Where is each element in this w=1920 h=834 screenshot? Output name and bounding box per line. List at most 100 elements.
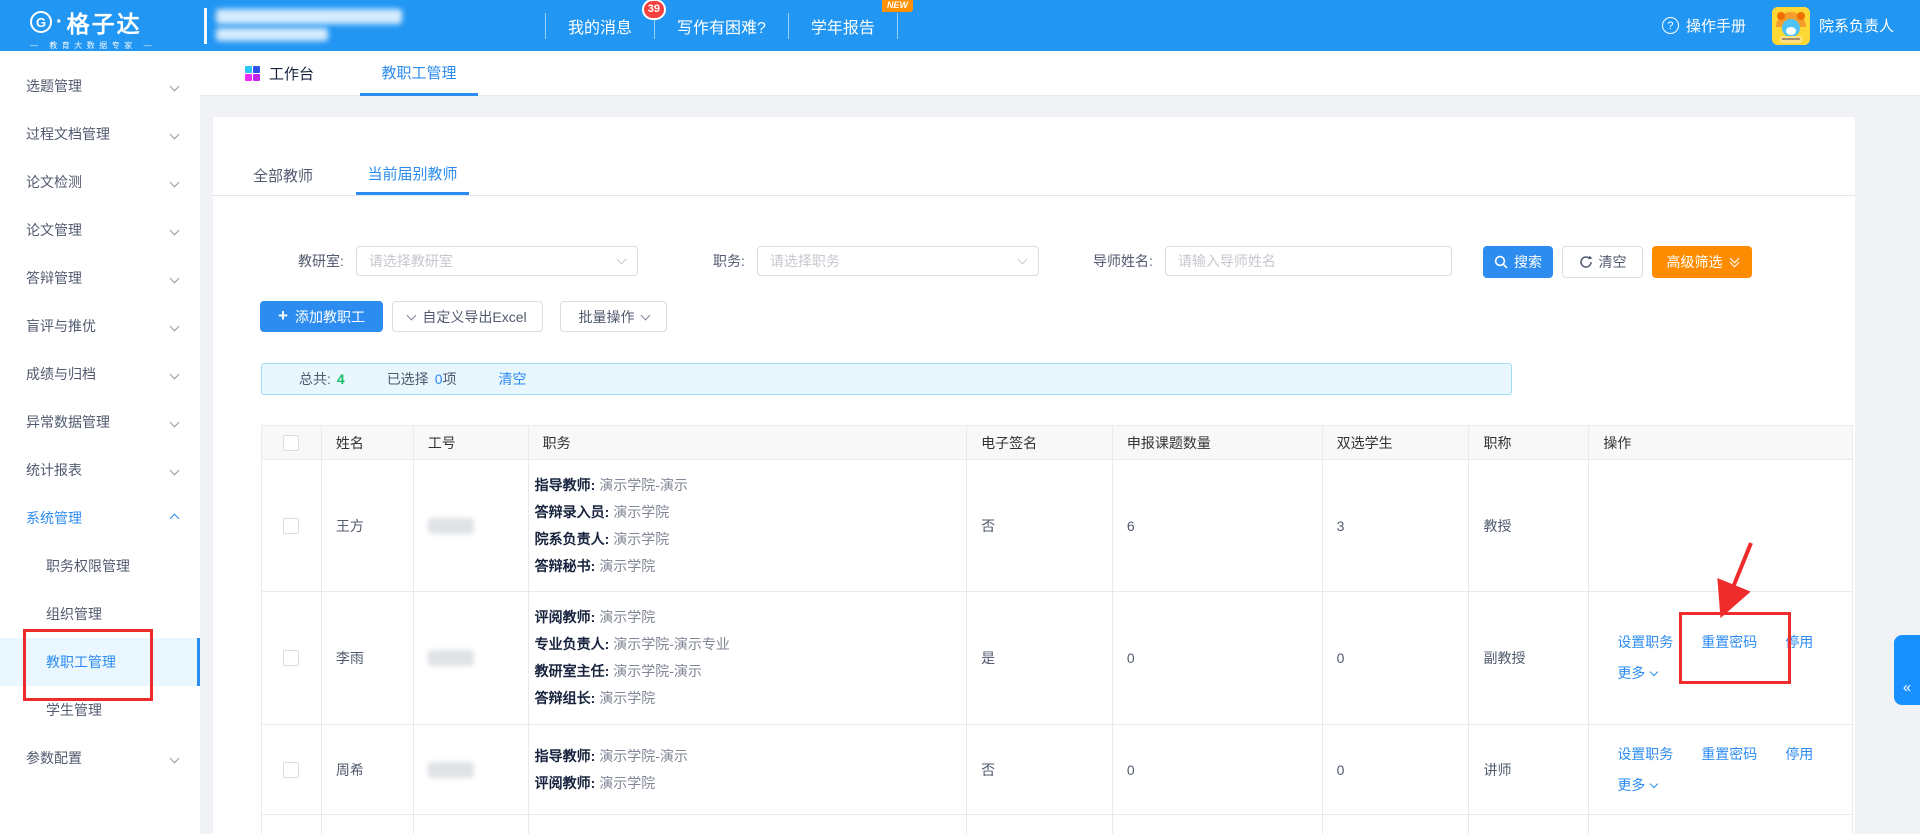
filter-tutor-name: 导师姓名: bbox=[1093, 246, 1452, 276]
nav-annual-report[interactable]: 学年报告 NEW bbox=[789, 14, 897, 38]
action-link-设置职务[interactable]: 设置职务 bbox=[1617, 739, 1673, 770]
sidebar-item-论文管理[interactable]: 论文管理 bbox=[0, 206, 200, 254]
sidebar-item-盲评与推优[interactable]: 盲评与推优 bbox=[0, 302, 200, 350]
action-link-重置密码[interactable]: 重置密码 bbox=[1701, 627, 1757, 658]
sidebar-item-答辩管理[interactable]: 答辩管理 bbox=[0, 254, 200, 302]
action-link-停用[interactable]: 停用 bbox=[1785, 627, 1813, 658]
clear-selection-link[interactable]: 清空 bbox=[498, 369, 526, 389]
export-excel-button[interactable]: 自定义导出Excel bbox=[392, 301, 543, 332]
duty-value: 演示学院 bbox=[595, 558, 655, 574]
sidebar-item-label: 过程文档管理 bbox=[26, 124, 110, 144]
student-count-cell: 0 bbox=[1323, 725, 1470, 814]
table-row-周希: 周希指导教师: 演示学院-演示评阅教师: 演示学院否00讲师设置职务重置密码停用… bbox=[262, 725, 1852, 815]
chevron-down-icon bbox=[170, 273, 180, 283]
tab-current-session-teachers[interactable]: 当前届别教师 bbox=[356, 155, 469, 195]
chevron-up-icon bbox=[170, 513, 180, 523]
staff-id-cell bbox=[414, 725, 529, 814]
nav-writing-help-label: 写作有困难? bbox=[677, 20, 766, 37]
double-chevron-down-icon bbox=[1731, 259, 1738, 266]
tab-workbench-label: 工作台 bbox=[269, 63, 314, 84]
sidebar-item-学生管理[interactable]: 学生管理 bbox=[0, 686, 200, 734]
top-nav: 我的消息 39 写作有困难? 学年报告 NEW bbox=[545, 0, 898, 51]
tab-staff-management[interactable]: 教职工管理 bbox=[360, 51, 478, 96]
tab-staff-management-label: 教职工管理 bbox=[381, 62, 456, 83]
actions-cell bbox=[1589, 460, 1852, 591]
duty-select[interactable]: 请选择职务 bbox=[757, 246, 1039, 276]
sidebar-item-label: 成绩与归档 bbox=[26, 364, 96, 384]
tab-all-teachers[interactable]: 全部教师 bbox=[253, 155, 313, 195]
sidebar-item-参数配置[interactable]: 参数配置 bbox=[0, 734, 200, 782]
sidebar-item-label: 选题管理 bbox=[26, 76, 82, 96]
action-link-设置职务[interactable]: 设置职务 bbox=[1617, 627, 1673, 658]
sidebar-item-论文检测[interactable]: 论文检测 bbox=[0, 158, 200, 206]
sidebar-item-异常数据管理[interactable]: 异常数据管理 bbox=[0, 398, 200, 446]
add-staff-button[interactable]: + 添加教职工 bbox=[260, 301, 383, 332]
chevron-down-icon bbox=[170, 753, 180, 763]
chevron-down-icon bbox=[170, 465, 180, 475]
duty-line: 答辩秘书: 演示学院 bbox=[535, 553, 656, 580]
page-tabbar: 工作台 教职工管理 bbox=[200, 51, 1920, 96]
duties-cell: 指导教师: 演示学院-演示评阅教师: 演示学院 bbox=[529, 725, 967, 814]
more-actions-link[interactable]: 更多 bbox=[1617, 770, 1657, 801]
select-all-checkbox[interactable] bbox=[283, 435, 299, 451]
sidebar-item-label: 教职工管理 bbox=[46, 652, 116, 672]
teaching-office-label: 教研室: bbox=[298, 251, 344, 271]
duty-line: 指导教师: 演示学院-演示 bbox=[535, 743, 688, 770]
chevron-down-icon bbox=[170, 81, 180, 91]
tutor-name-input[interactable] bbox=[1165, 246, 1452, 276]
sidebar-item-过程文档管理[interactable]: 过程文档管理 bbox=[0, 110, 200, 158]
row-checkbox[interactable] bbox=[283, 762, 299, 778]
nav-writing-help[interactable]: 写作有困难? bbox=[655, 14, 788, 38]
user-menu[interactable]: 院系负责人 bbox=[1772, 7, 1894, 45]
sidebar-item-统计报表[interactable]: 统计报表 bbox=[0, 446, 200, 494]
search-button[interactable]: 搜索 bbox=[1483, 246, 1553, 278]
title-cell: 教授 bbox=[1469, 460, 1589, 591]
staff-id-redacted bbox=[428, 762, 474, 778]
empty-cell bbox=[1323, 815, 1470, 834]
selection-summary-bar: 总共: 4 已选择 0 项 清空 bbox=[261, 363, 1512, 395]
batch-operation-button[interactable]: 批量操作 bbox=[560, 301, 667, 332]
manual-label: 操作手册 bbox=[1686, 15, 1746, 36]
row-checkbox[interactable] bbox=[283, 518, 299, 534]
sidebar-item-label: 职务权限管理 bbox=[46, 556, 130, 576]
sidebar-item-label: 参数配置 bbox=[26, 748, 82, 768]
clear-button[interactable]: 清空 bbox=[1562, 246, 1643, 278]
staff-id-redacted bbox=[428, 518, 474, 534]
teacher-tabs: 全部教师 当前届别教师 bbox=[213, 117, 1855, 196]
tab-workbench[interactable]: 工作台 bbox=[245, 51, 314, 96]
empty-cell bbox=[1589, 815, 1852, 834]
nav-my-messages[interactable]: 我的消息 39 bbox=[546, 14, 654, 38]
sidebar-item-教职工管理[interactable]: 教职工管理 bbox=[0, 638, 200, 686]
student-count-cell: 0 bbox=[1323, 592, 1470, 724]
sidebar-item-选题管理[interactable]: 选题管理 bbox=[0, 62, 200, 110]
more-actions-link[interactable]: 更多 bbox=[1617, 658, 1657, 689]
app: G · 格子达 — 教育大数据专家 — 我的消息 39 写作有困难? 学年报告 … bbox=[0, 0, 1920, 834]
empty-cell bbox=[414, 815, 529, 834]
chevron-down-icon bbox=[170, 369, 180, 379]
empty-cell bbox=[322, 815, 414, 834]
teaching-office-select[interactable]: 请选择教研室 bbox=[356, 246, 638, 276]
sidebar-item-label: 统计报表 bbox=[26, 460, 82, 480]
sidebar-item-系统管理[interactable]: 系统管理 bbox=[0, 494, 200, 542]
manual-link[interactable]: ? 操作手册 bbox=[1662, 15, 1746, 36]
sidebar-item-成绩与归档[interactable]: 成绩与归档 bbox=[0, 350, 200, 398]
esign-cell: 否 bbox=[967, 725, 1113, 814]
row-checkbox[interactable] bbox=[283, 650, 299, 666]
column-header-申报课题数量: 申报课题数量 bbox=[1113, 426, 1323, 459]
advanced-filter-button[interactable]: 高级筛选 bbox=[1652, 246, 1752, 278]
column-header-职务: 职务 bbox=[529, 426, 967, 459]
action-link-重置密码[interactable]: 重置密码 bbox=[1701, 739, 1757, 770]
search-icon bbox=[1494, 255, 1508, 269]
row-select-cell bbox=[262, 725, 322, 814]
sidebar-item-组织管理[interactable]: 组织管理 bbox=[0, 590, 200, 638]
collapse-panel-handle[interactable]: « bbox=[1894, 635, 1920, 705]
column-header-操作: 操作 bbox=[1589, 426, 1852, 459]
duty-value: 演示学院 bbox=[609, 504, 669, 520]
action-link-停用[interactable]: 停用 bbox=[1785, 739, 1813, 770]
sidebar-item-职务权限管理[interactable]: 职务权限管理 bbox=[0, 542, 200, 590]
chevron-down-icon bbox=[170, 417, 180, 427]
logo[interactable]: G · 格子达 — 教育大数据专家 — bbox=[30, 5, 156, 51]
content-card: 全部教师 当前届别教师 教研室: 请选择教研室 职务: 请选择职务 导师姓名: bbox=[213, 117, 1855, 834]
duty-label: 答辩组长: bbox=[535, 690, 596, 706]
user-role-label: 院系负责人 bbox=[1819, 15, 1894, 36]
